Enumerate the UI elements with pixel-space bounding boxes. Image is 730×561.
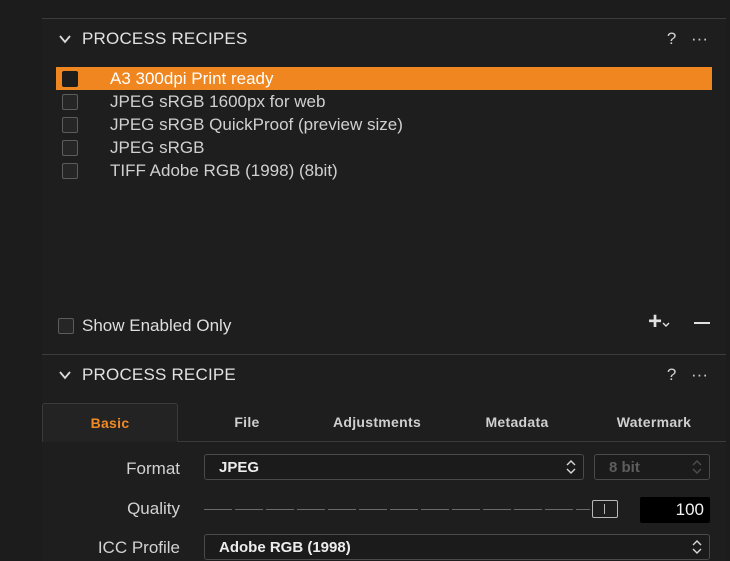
chevron-down-icon[interactable] — [58, 368, 72, 382]
section-title: PROCESS RECIPE — [82, 365, 236, 384]
tab-adjustments[interactable]: Adjustments — [302, 403, 452, 441]
show-enabled-only-checkbox[interactable] — [58, 318, 74, 334]
recipe-checkbox[interactable] — [62, 139, 78, 156]
recipe-label: JPEG sRGB 1600px for web — [110, 91, 326, 111]
recipe-checkbox[interactable] — [62, 70, 78, 87]
tab-metadata[interactable]: Metadata — [452, 403, 582, 441]
select-arrows-icon — [692, 540, 702, 554]
show-enabled-only-label: Show Enabled Only — [82, 316, 232, 335]
add-recipe-button[interactable]: + — [646, 308, 672, 336]
quality-value-field[interactable]: 100 — [640, 497, 710, 523]
more-icon[interactable]: ··· — [691, 365, 708, 384]
more-icon[interactable]: ··· — [691, 29, 708, 48]
recipe-label: JPEG sRGB QuickProof (preview size) — [110, 114, 403, 134]
recipes-list: A3 300dpi Print ready JPEG sRGB 1600px f… — [56, 67, 712, 182]
process-recipe-header[interactable]: PROCESS RECIPE ? ··· — [42, 355, 726, 395]
dropdown-caret-icon — [662, 322, 670, 327]
help-icon[interactable]: ? — [667, 29, 676, 48]
format-value: JPEG — [219, 458, 260, 476]
tab-file[interactable]: File — [192, 403, 302, 441]
quality-slider-track[interactable] — [204, 509, 590, 510]
icc-profile-value: Adobe RGB (1998) — [219, 538, 351, 556]
process-recipes-panel: PROCESS RECIPES ? ··· A3 300dpi Print re… — [42, 18, 726, 561]
header-actions: ? ··· — [657, 365, 708, 385]
recipe-row[interactable]: JPEG sRGB QuickProof (preview size) — [56, 113, 712, 136]
recipe-row[interactable]: TIFF Adobe RGB (1998) (8bit) — [56, 159, 712, 182]
recipe-tabs: Basic File Adjustments Metadata Watermar… — [42, 403, 726, 442]
tab-basic[interactable]: Basic — [42, 403, 178, 442]
quality-label: Quality — [127, 499, 180, 518]
recipe-checkbox[interactable] — [62, 162, 78, 179]
header-actions: ? ··· — [657, 29, 708, 49]
chevron-down-icon[interactable] — [58, 32, 72, 46]
recipe-row[interactable]: A3 300dpi Print ready — [56, 67, 712, 90]
format-select[interactable]: JPEG — [204, 454, 584, 480]
quality-slider-thumb[interactable] — [592, 500, 618, 518]
recipe-checkbox[interactable] — [62, 116, 78, 133]
process-recipes-header[interactable]: PROCESS RECIPES ? ··· — [42, 19, 726, 59]
bit-depth-select[interactable]: 8 bit — [594, 454, 710, 480]
icc-profile-select[interactable]: Adobe RGB (1998) — [204, 534, 710, 560]
plus-icon: + — [648, 308, 663, 335]
help-icon[interactable]: ? — [667, 365, 676, 384]
section-title: PROCESS RECIPES — [82, 29, 248, 48]
list-actions: + — [646, 308, 710, 336]
icc-profile-label: ICC Profile — [97, 538, 180, 557]
show-enabled-only-toggle[interactable]: Show Enabled Only — [58, 316, 231, 336]
recipe-label: A3 300dpi Print ready — [110, 68, 274, 88]
recipe-label: TIFF Adobe RGB (1998) (8bit) — [110, 160, 338, 180]
format-label: Format — [126, 459, 180, 478]
remove-recipe-button[interactable] — [694, 322, 710, 324]
tab-watermark[interactable]: Watermark — [582, 403, 726, 441]
select-arrows-icon — [692, 460, 702, 474]
recipe-label: JPEG sRGB — [110, 137, 205, 157]
bit-depth-value: 8 bit — [609, 458, 640, 476]
recipe-row[interactable]: JPEG sRGB — [56, 136, 712, 159]
recipe-row[interactable]: JPEG sRGB 1600px for web — [56, 90, 712, 113]
recipe-checkbox[interactable] — [62, 93, 78, 110]
select-arrows-icon — [566, 460, 576, 474]
